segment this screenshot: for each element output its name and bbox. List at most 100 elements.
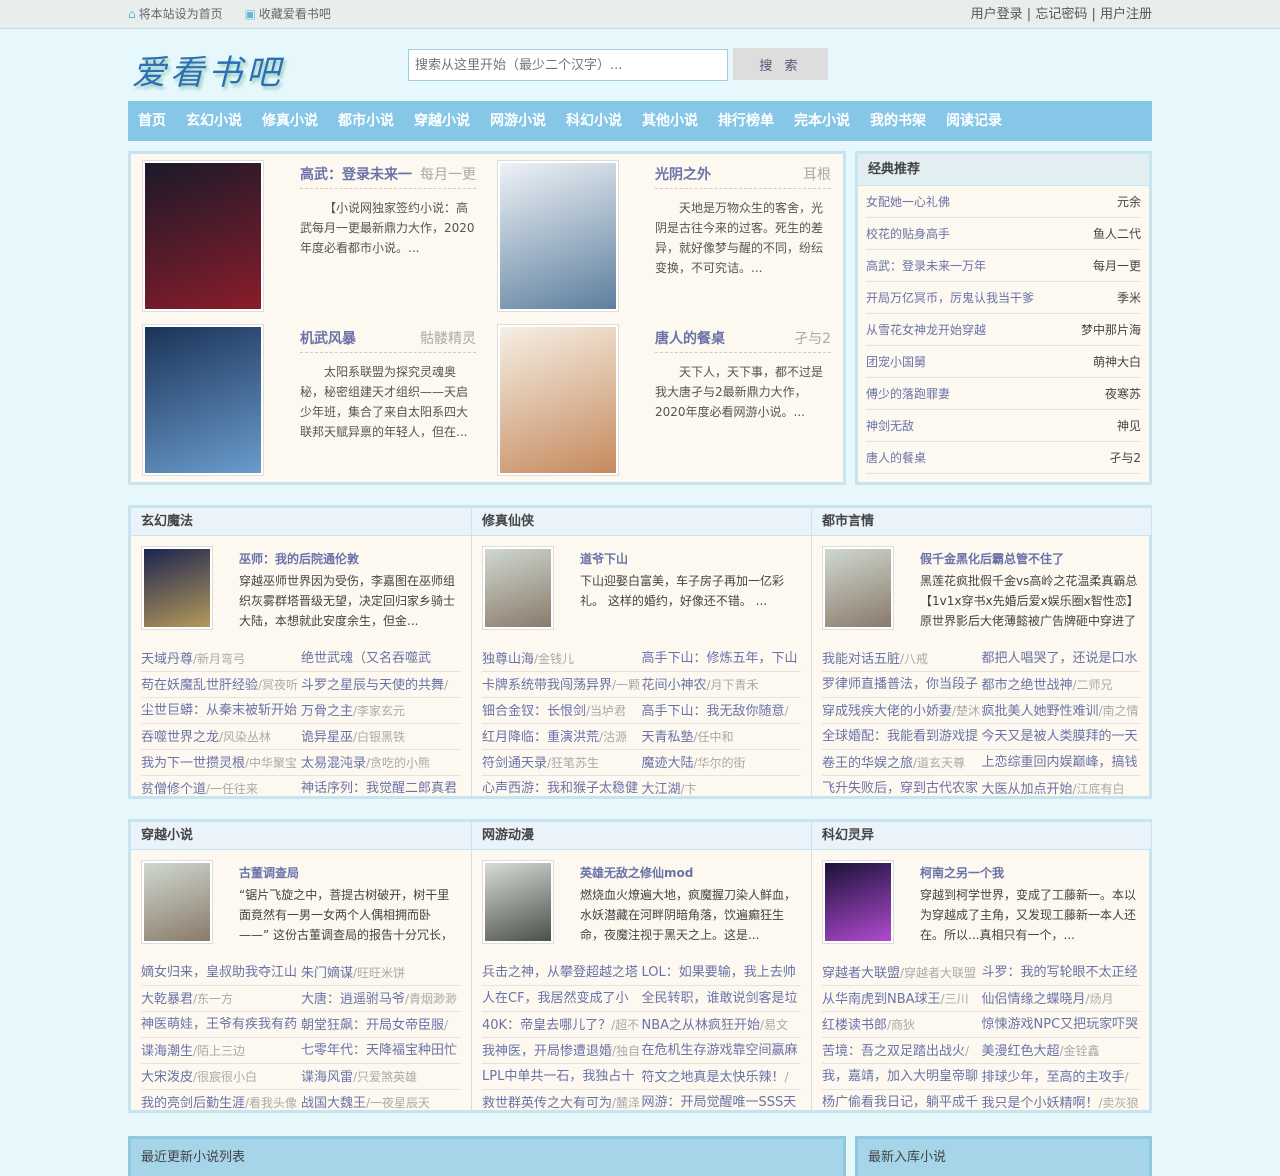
book-title[interactable]: 神剑无敌	[866, 419, 914, 433]
book-title[interactable]: 天域丹尊	[141, 652, 193, 667]
book-author[interactable]: /二师兄	[1073, 678, 1113, 692]
book-title[interactable]: 人在CF，我居然变成了小	[482, 991, 629, 1006]
nav-item-0[interactable]: 首页	[138, 101, 166, 141]
book-author[interactable]: /金钱儿	[534, 652, 574, 666]
book-author[interactable]: /贪吃的小熊	[366, 756, 430, 770]
book-title[interactable]: 上恋综重回内娱巅峰，搞钱	[982, 755, 1138, 770]
category-title[interactable]: 穿越小说	[131, 822, 471, 850]
book-title[interactable]: 贫僧修个道	[141, 782, 206, 797]
book-title[interactable]: 苦境：吾之双足踏出战火	[822, 1044, 965, 1059]
book-author[interactable]: /月下青禾	[707, 678, 759, 692]
book-author[interactable]: /	[444, 1018, 448, 1032]
book-author[interactable]: 夜寒苏	[1105, 378, 1141, 410]
book-title[interactable]: 斗罗之星辰与天使的共舞	[301, 678, 444, 693]
book-title[interactable]: 七零年代：天降福宝种田忙	[301, 1043, 457, 1058]
book-title[interactable]: 假千金黑化后霸总管不住了	[920, 550, 1064, 567]
book-author[interactable]: /新月弯弓	[193, 652, 245, 666]
book-author[interactable]: /八戒	[900, 652, 928, 666]
book-title[interactable]: 巫师：我的后院通伦敦	[239, 550, 359, 567]
book-title[interactable]: 穿成残疾大佬的小娇妻	[822, 704, 952, 719]
book-title[interactable]: 我只是个小妖精啊！	[982, 1096, 1099, 1111]
book-title[interactable]: NBA之从林疯狂开始	[642, 1018, 761, 1033]
book-author[interactable]: 元余	[1117, 186, 1141, 218]
search-button[interactable]: 搜 索	[733, 48, 828, 80]
book-title[interactable]: 高手下山：修炼五年，下山	[642, 651, 798, 666]
book-title[interactable]: 高武：登录未来一万年	[866, 259, 986, 273]
category-title[interactable]: 科幻灵异	[812, 822, 1151, 850]
book-title[interactable]: 我的亮剑后勤生涯	[141, 1096, 245, 1111]
book-cover[interactable]	[142, 324, 264, 476]
book-title[interactable]: 苟在妖魔乱世肝经验	[141, 678, 258, 693]
book-title[interactable]: 尘世巨蟒：从秦末被斩开始	[141, 703, 297, 718]
book-title[interactable]: 英雄无敌之修仙mod	[580, 864, 693, 881]
book-title[interactable]: 斗罗：我的写轮眼不太正经	[982, 965, 1138, 980]
book-title[interactable]: 天青私塾	[642, 730, 694, 745]
book-title[interactable]: 花间小神农	[642, 678, 707, 693]
book-author[interactable]: 每月一更	[1093, 250, 1141, 282]
book-title[interactable]: 都市之绝世战神	[982, 678, 1073, 693]
book-title[interactable]: 仙侣情缘之蝶晓月	[982, 992, 1086, 1007]
book-title[interactable]: 战国大魏王	[301, 1096, 366, 1111]
book-title[interactable]: 团宠小国舅	[866, 355, 926, 369]
book-author[interactable]: /看我头像	[245, 1096, 297, 1110]
book-author[interactable]: /道玄天尊	[913, 756, 965, 770]
set-homepage-link[interactable]: ⌂ 将本站设为首页	[128, 7, 223, 21]
book-title[interactable]: 朱门嫡谋	[301, 966, 353, 981]
book-author[interactable]: /当垆君	[586, 704, 626, 718]
book-author[interactable]: 骷髅精灵	[420, 328, 476, 350]
book-title[interactable]: 美漫红色大超	[982, 1044, 1060, 1059]
book-author[interactable]: /穿越者大联盟	[900, 966, 976, 980]
book-author[interactable]: /一颗	[612, 678, 640, 692]
book-title[interactable]: 傅少的落跑罪妻	[866, 387, 950, 401]
book-author[interactable]: 每月一更	[420, 164, 476, 186]
category-title[interactable]: 修真仙侠	[472, 508, 811, 536]
book-author[interactable]: /	[1125, 1070, 1129, 1084]
book-author[interactable]: /白银黑铁	[353, 730, 405, 744]
book-cover[interactable]	[142, 160, 264, 312]
book-title[interactable]: 卷王的华娱之旅	[822, 756, 913, 771]
book-title[interactable]: 今天又是被人类膜拜的一天	[982, 729, 1138, 744]
book-title[interactable]: 罗律师直播普法，你当段子	[822, 677, 978, 692]
book-title[interactable]: 大江湖	[642, 782, 681, 797]
search-input[interactable]	[408, 49, 728, 81]
book-author[interactable]: /	[444, 678, 448, 692]
book-author[interactable]: /一任往来	[206, 782, 258, 796]
book-title[interactable]: 校花的贴身高手	[866, 227, 950, 241]
nav-item-1[interactable]: 玄幻小说	[186, 101, 242, 141]
book-title[interactable]: 在危机生存游戏靠空间赢麻	[642, 1043, 798, 1058]
book-title[interactable]: 从华南虎到NBA球王	[822, 992, 941, 1007]
book-title[interactable]: 杨广偷看我日记，躺平成千	[822, 1095, 978, 1110]
nav-item-6[interactable]: 科幻小说	[566, 101, 622, 141]
book-title[interactable]: 我能对话五脏	[822, 652, 900, 667]
book-cover[interactable]	[141, 546, 213, 630]
book-title[interactable]: 万骨之主	[301, 704, 353, 719]
book-title[interactable]: 唐人的餐桌	[655, 331, 725, 347]
book-author[interactable]: /一夜星辰天	[366, 1096, 430, 1110]
book-title[interactable]: 谍海潮生	[141, 1044, 193, 1059]
book-title[interactable]: 40K：帝皇去哪儿了？	[482, 1018, 611, 1033]
book-author[interactable]: /商狄	[887, 1018, 915, 1032]
book-title[interactable]: 都把人唱哭了，还说是口水	[982, 651, 1138, 666]
book-author[interactable]: /	[785, 704, 789, 718]
book-title[interactable]: 红月降临：重演洪荒	[482, 730, 599, 745]
book-title[interactable]: 疯批美人她野性难训	[982, 704, 1099, 719]
book-title[interactable]: 从雪花女神龙开始穿越	[866, 323, 986, 337]
book-author[interactable]: /任中和	[694, 730, 734, 744]
book-author[interactable]: /麓泽	[612, 1096, 640, 1110]
book-title[interactable]: 救世群英传之大有可为	[482, 1096, 612, 1111]
nav-item-7[interactable]: 其他小说	[642, 101, 698, 141]
book-title[interactable]: 嫡女归来，皇叔助我夺江山	[141, 965, 297, 980]
book-author[interactable]: /独自	[612, 1044, 640, 1058]
book-author[interactable]: /三川	[941, 992, 969, 1006]
book-author[interactable]: /超不	[611, 1018, 639, 1032]
book-title[interactable]: 惊悚游戏NPC又把玩家吓哭	[982, 1017, 1139, 1032]
book-author[interactable]: /卖灰狼	[1099, 1096, 1139, 1110]
book-author[interactable]: /东一方	[193, 992, 233, 1006]
book-author[interactable]: /陌上三边	[193, 1044, 245, 1058]
book-cover[interactable]	[822, 860, 894, 944]
book-title[interactable]: 心声西游：我和猴子太稳健	[482, 781, 638, 796]
book-title[interactable]: 神话序列：我觉醒二郎真君	[301, 781, 457, 796]
book-cover[interactable]	[141, 860, 213, 944]
book-title[interactable]: 绝世武魂（又名吞噬武	[301, 651, 431, 666]
book-title[interactable]: 朝堂狂飙：开局女帝臣服	[301, 1018, 444, 1033]
